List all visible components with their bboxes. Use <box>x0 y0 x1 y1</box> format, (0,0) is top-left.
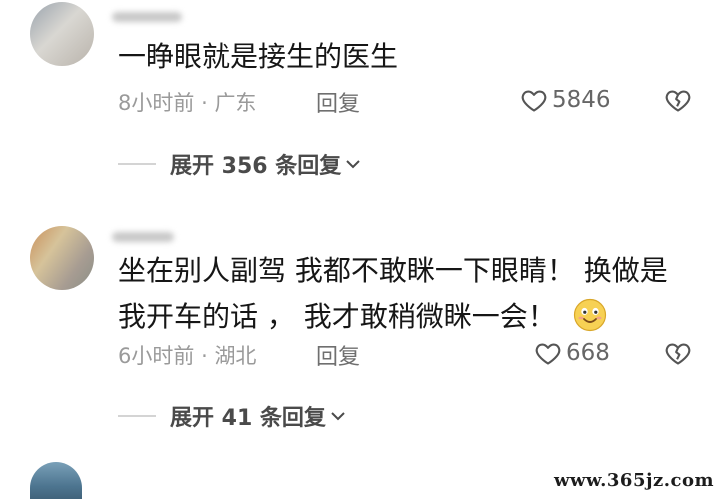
expand-replies-label: 展开 41 条回复 <box>170 406 326 431</box>
comment-time: 6小时前 <box>118 344 195 368</box>
avatar[interactable] <box>30 2 94 66</box>
like-count: 668 <box>566 340 610 366</box>
comment-location: 广东 <box>214 91 257 115</box>
comment-text: 一睁眼就是接生的医生 <box>118 34 398 80</box>
comment-text: 坐在别人副驾 我都不敢眯一下眼睛！ 换做是 我开车的话 ， 我才敢稍微眯一会！ <box>118 248 668 340</box>
comment-meta: 8小时前 · 广东 <box>118 87 256 117</box>
reply-button[interactable]: 回复 <box>316 339 360 371</box>
username-redacted[interactable] <box>112 12 182 22</box>
avatar[interactable] <box>30 226 94 290</box>
divider <box>118 163 156 165</box>
like-button[interactable]: 5846 <box>520 84 611 116</box>
comment-location: 湖北 <box>214 344 257 368</box>
broken-heart-icon[interactable] <box>664 86 692 114</box>
like-button[interactable]: 668 <box>534 337 610 369</box>
smiling-face-emoji <box>573 298 606 332</box>
username-redacted[interactable] <box>112 232 174 242</box>
like-count: 5846 <box>552 87 611 113</box>
chevron-down-icon <box>331 412 345 421</box>
comment-line: 一睁眼就是接生的医生 <box>118 40 399 73</box>
comment-line: 我开车的话 ， 我才敢稍微眯一会！ <box>118 300 556 333</box>
divider <box>118 415 156 417</box>
comment-time: 8小时前 <box>118 91 195 115</box>
broken-heart-icon[interactable] <box>664 339 692 367</box>
comment-line: 坐在别人副驾 我都不敢眯一下眼睛！ 换做是 <box>118 254 668 287</box>
heart-outline-icon <box>521 90 547 112</box>
reply-button[interactable]: 回复 <box>316 86 360 118</box>
chevron-down-icon <box>346 160 360 169</box>
watermark: www.365jz.com <box>553 470 714 491</box>
expand-replies[interactable]: 展开 41 条回复 <box>118 400 346 432</box>
expand-replies-label: 展开 356 条回复 <box>170 154 342 179</box>
expand-replies[interactable]: 展开 356 条回复 <box>118 148 361 180</box>
comment-line-wrap: 我开车的话 ， 我才敢稍微眯一会！ <box>118 294 668 340</box>
comment-meta: 6小时前 · 湖北 <box>118 340 256 370</box>
heart-outline-icon <box>535 343 561 365</box>
meta-separator: · <box>201 344 208 368</box>
meta-separator: · <box>201 91 208 115</box>
avatar[interactable] <box>30 462 82 499</box>
